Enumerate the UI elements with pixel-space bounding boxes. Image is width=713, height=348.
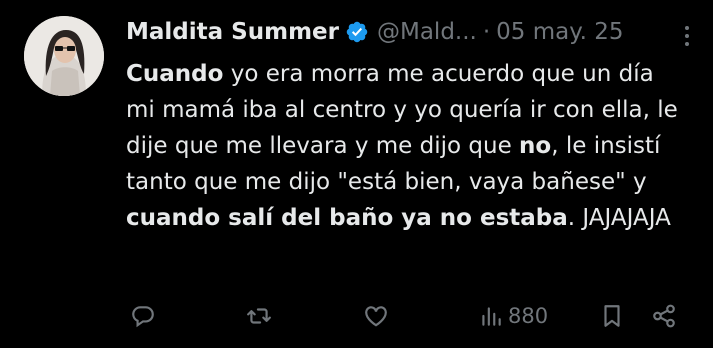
reply-button[interactable] xyxy=(130,296,156,336)
avatar-image xyxy=(24,16,104,96)
views-button[interactable]: 880 xyxy=(478,296,548,336)
tweet-date[interactable]: 05 may. 25 xyxy=(496,19,623,45)
author-name[interactable]: Maldita Summer xyxy=(126,19,339,45)
tweet-text-segment: no xyxy=(519,133,552,159)
separator-dot: · xyxy=(482,19,491,45)
views-count: 880 xyxy=(508,304,549,328)
verified-badge-icon xyxy=(346,21,368,43)
tweet-header: Maldita Summer @Mald... · 05 may. 25 xyxy=(126,13,693,51)
more-icon[interactable] xyxy=(683,24,691,48)
action-bar: 880 xyxy=(126,296,696,336)
author-handle[interactable]: @Mald... xyxy=(377,19,477,45)
tweet-text-segment: Cuando xyxy=(126,61,224,87)
retweet-icon xyxy=(247,308,271,324)
bookmark-icon xyxy=(604,305,620,327)
like-button[interactable] xyxy=(363,296,389,336)
like-icon xyxy=(365,306,387,327)
share-icon xyxy=(653,304,675,328)
views-icon xyxy=(482,307,501,326)
tweet-text: Cuando yo era morra me acuerdo que un dí… xyxy=(126,56,686,236)
reply-icon xyxy=(132,306,154,328)
tweet-text-segment: cuando salí del baño ya no estaba xyxy=(126,205,568,231)
retweet-button[interactable] xyxy=(246,296,272,336)
avatar[interactable] xyxy=(24,16,104,96)
tweet-text-segment: . JAJAJAJA xyxy=(567,205,671,231)
share-button[interactable] xyxy=(651,296,677,336)
bookmark-button[interactable] xyxy=(599,296,625,336)
